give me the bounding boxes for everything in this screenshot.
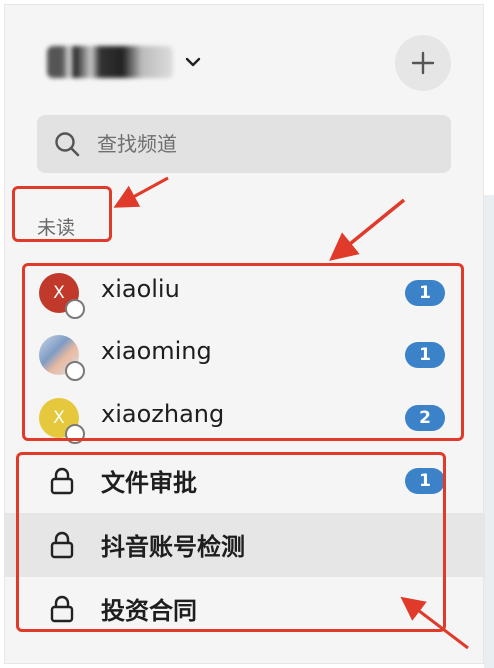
search-input[interactable] [95,131,399,157]
annotation-box-channels [16,452,446,632]
annotation-box-unread [12,186,112,242]
workspace-name-redacted [47,46,173,78]
plus-icon [411,51,435,75]
background-panel-edge [484,0,494,668]
annotation-box-direct-messages [22,263,464,441]
search-box[interactable] [37,115,451,173]
search-icon [55,132,80,157]
add-button[interactable] [395,35,451,91]
chevron-down-icon [185,57,201,67]
workspace-switcher[interactable] [47,45,205,79]
